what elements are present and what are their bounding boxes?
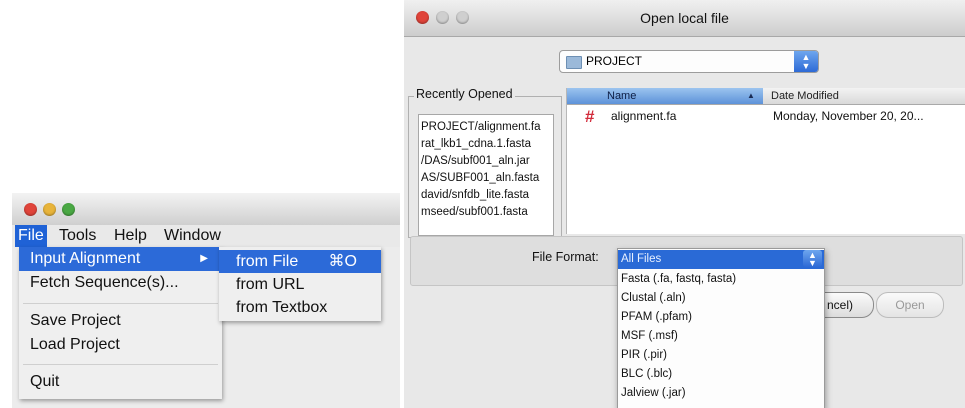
submenu-item-from-file[interactable]: from File ⌘O — [219, 250, 381, 273]
menu-item-save-project[interactable]: Save Project — [19, 309, 222, 333]
file-browser-table: Name ▲ Date Modified # alignment.fa Mond… — [566, 88, 965, 234]
alignment-file-icon: # — [585, 107, 595, 126]
file-row-date: Monday, November 20, 20... — [773, 109, 924, 123]
submenu-item-label: from File — [236, 253, 299, 270]
zoom-button[interactable] — [62, 203, 75, 216]
format-option-blc[interactable]: BLC (.blc) — [618, 365, 824, 384]
sort-ascending-icon: ▲ — [747, 91, 755, 100]
dialog-title: Open local file — [640, 10, 729, 26]
open-file-dialog: Open local file PROJECT ▲ ▼ Recently Open… — [404, 0, 965, 408]
menu-separator — [23, 364, 218, 365]
minimize-button[interactable] — [43, 203, 56, 216]
menu-item-input-alignment[interactable]: Input Alignment ▶ — [19, 247, 222, 271]
name-column-header[interactable]: Name ▲ — [567, 88, 763, 104]
open-button[interactable]: Open — [876, 292, 944, 318]
recent-file-item[interactable]: rat_lkb1_cdna.1.fasta — [421, 136, 553, 152]
recent-files-list[interactable]: PROJECT/alignment.fa rat_lkb1_cdna.1.fas… — [418, 114, 554, 236]
recent-file-item[interactable]: /DAS/subf001_aln.jar — [421, 153, 553, 169]
input-alignment-submenu: from File ⌘O from URL from Textbox — [219, 247, 381, 321]
menu-item-quit[interactable]: Quit — [19, 370, 222, 394]
format-option-pir[interactable]: PIR (.pir) — [618, 346, 824, 365]
format-option-fasta[interactable]: Fasta (.fa, fastq, fasta) — [618, 270, 824, 289]
format-option-all-files[interactable]: All Files — [618, 250, 824, 269]
format-option-pfam[interactable]: PFAM (.pfam) — [618, 308, 824, 327]
menu-bar: File Tools Help Window — [12, 225, 400, 247]
keyboard-shortcut: ⌘O — [328, 253, 357, 270]
menu-window[interactable]: Window — [161, 225, 224, 247]
file-row-name[interactable]: alignment.fa — [611, 109, 676, 123]
date-modified-column-header[interactable]: Date Modified — [771, 88, 839, 104]
menu-item-load-project[interactable]: Load Project — [19, 333, 222, 357]
menu-tools[interactable]: Tools — [56, 225, 99, 247]
folder-icon — [566, 56, 582, 69]
menu-file[interactable]: File — [15, 225, 47, 247]
submenu-item-from-url[interactable]: from URL — [219, 273, 381, 296]
recent-file-item[interactable]: david/snfdb_lite.fasta — [421, 187, 553, 203]
dialog-title-bar: Open local file — [404, 0, 965, 37]
jalview-window: File Tools Help Window Input Alignment ▶… — [12, 193, 400, 408]
submenu-item-from-textbox[interactable]: from Textbox — [219, 296, 381, 319]
menu-item-fetch-sequences[interactable]: Fetch Sequence(s)... — [19, 271, 222, 295]
file-format-label: File Format: — [532, 250, 599, 264]
format-option-msf[interactable]: MSF (.msf) — [618, 327, 824, 346]
file-format-dropdown[interactable]: All Files ▲ ▼ Fasta (.fa, fastq, fasta) C… — [617, 248, 825, 408]
recent-file-item[interactable]: AS/SUBF001_aln.fasta — [421, 170, 553, 186]
folder-select[interactable]: PROJECT ▲ ▼ — [559, 50, 819, 73]
column-label: Name — [607, 90, 637, 102]
updown-arrows-icon: ▲ ▼ — [803, 250, 822, 268]
menu-separator — [23, 303, 218, 304]
file-menu: Input Alignment ▶ Fetch Sequence(s)... S… — [19, 247, 222, 399]
format-option-jalview[interactable]: Jalview (.jar) — [618, 384, 824, 403]
folder-name: PROJECT — [586, 54, 643, 68]
menu-help[interactable]: Help — [111, 225, 150, 247]
column-header: Name ▲ Date Modified — [567, 88, 965, 105]
close-button[interactable] — [24, 203, 37, 216]
menu-item-label: Input Alignment — [30, 250, 141, 267]
title-bar — [12, 193, 400, 226]
recent-file-item[interactable]: PROJECT/alignment.fa — [421, 119, 553, 135]
recent-file-item[interactable]: mseed/subf001.fasta — [421, 204, 553, 220]
format-option-clustal[interactable]: Clustal (.aln) — [618, 289, 824, 308]
updown-arrows-icon: ▲ ▼ — [794, 51, 818, 72]
recently-opened-label: Recently Opened — [414, 87, 515, 101]
submenu-arrow-icon: ▶ — [200, 253, 208, 264]
